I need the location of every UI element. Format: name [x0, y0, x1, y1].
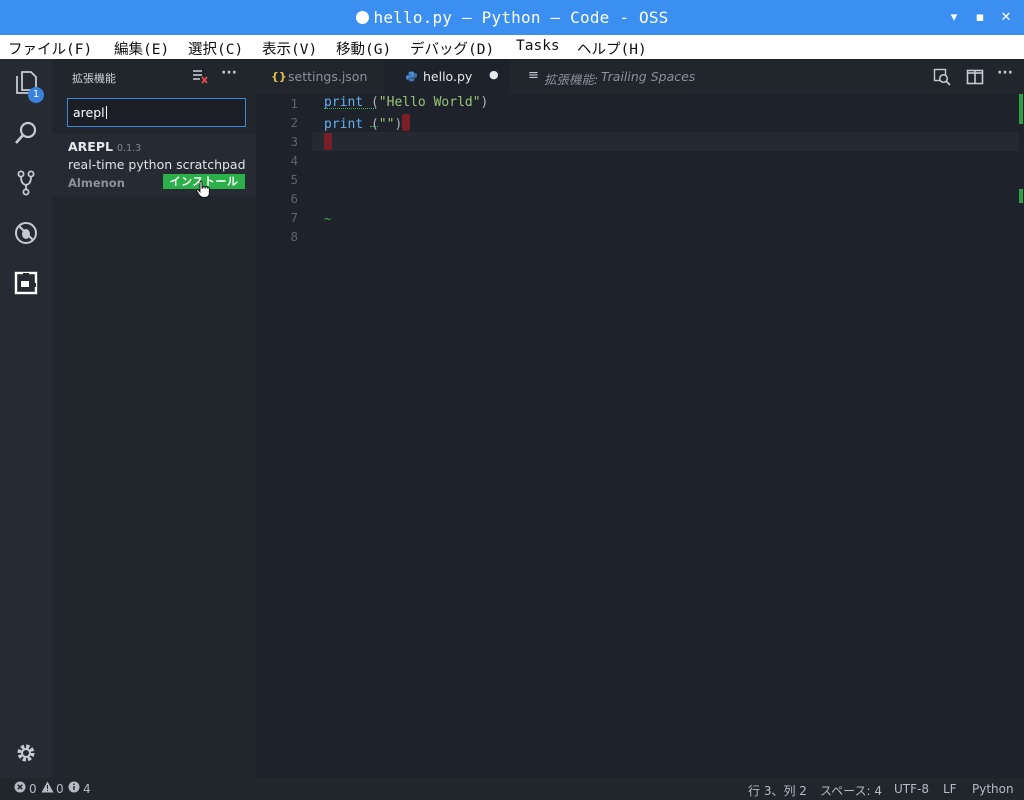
open-changes-icon[interactable]	[933, 68, 951, 86]
minimize-button[interactable]: ▾	[942, 0, 966, 35]
activity-settings[interactable]	[0, 729, 52, 779]
extension-list-item[interactable]: AREPL 0.1.3 real-time python scratchpad …	[52, 134, 256, 198]
lint-squiggle	[370, 124, 378, 127]
error-count[interactable]: 0	[29, 782, 37, 796]
current-line-highlight	[312, 132, 1024, 151]
menu-go[interactable]: 移動(G)	[336, 38, 391, 59]
extensions-sidebar: 拡張機能 ··· arepl AREPL 0.1.3 real-time pyt…	[52, 59, 256, 778]
ruler-change-mark	[1019, 189, 1023, 203]
split-editor-icon[interactable]	[966, 68, 984, 86]
ruler-change-mark	[1019, 94, 1023, 124]
menu-edit[interactable]: 編集(E)	[114, 38, 169, 59]
line-number: 5	[290, 172, 298, 187]
tab-label: settings.json	[288, 69, 368, 84]
clear-extensions-icon[interactable]	[191, 67, 209, 85]
tab-trailing-spaces[interactable]: ≡ 拡張機能: Trailing Spaces	[510, 59, 700, 94]
info-count[interactable]: 4	[83, 782, 91, 796]
activity-extensions[interactable]	[0, 259, 52, 309]
language-mode[interactable]: Python	[972, 782, 1014, 796]
unsaved-indicator-icon[interactable]: ●	[489, 68, 499, 81]
overview-ruler[interactable]	[1019, 94, 1024, 778]
code-punct: )	[394, 117, 403, 132]
editor-more-actions-icon[interactable]: ···	[997, 65, 1015, 83]
python-icon	[406, 71, 417, 82]
activity-source-control[interactable]	[0, 159, 52, 209]
line-number: 7	[290, 210, 298, 225]
code-line	[324, 133, 332, 151]
extension-version: 0.1.3	[117, 143, 142, 154]
menu-file[interactable]: ファイル(F)	[8, 38, 92, 59]
info-icon[interactable]	[68, 781, 80, 796]
activity-bar: 1	[0, 59, 52, 778]
title-bar: hello.py — Python — Code - OSS ▾ ▪ ✕	[0, 0, 1024, 35]
tab-settings-json[interactable]: {} settings.json	[256, 59, 384, 94]
extension-name: AREPL	[68, 139, 113, 154]
menu-bar: ファイル(F) 編集(E) 選択(C) 表示(V) 移動(G) デバッグ(D) …	[0, 35, 1024, 59]
line-number: 8	[290, 229, 298, 244]
search-icon	[15, 121, 37, 144]
line-number: 6	[290, 191, 298, 206]
code-string: ""	[378, 117, 395, 132]
code-keyword: print	[324, 117, 364, 132]
line-number: 4	[290, 153, 298, 168]
extension-description: real-time python scratchpad	[68, 157, 246, 172]
status-bar: 0 0 4 行 3、列 2 スペース: 4 UTF-8 LF Python	[0, 778, 1024, 800]
line-number: 1	[290, 96, 298, 111]
code-string: "Hello World"	[378, 95, 481, 110]
menu-tasks[interactable]: Tasks	[516, 38, 560, 54]
file-encoding[interactable]: UTF-8	[894, 782, 929, 796]
maximize-button[interactable]: ▪	[968, 0, 992, 35]
menu-view[interactable]: 表示(V)	[262, 38, 317, 59]
tab-hello-py[interactable]: hello.py ●	[384, 59, 510, 94]
error-icon[interactable]	[14, 781, 26, 796]
gear-icon	[17, 744, 35, 762]
tab-label-prefix: 拡張機能:	[544, 72, 599, 87]
vscode-window: hello.py — Python — Code - OSS ▾ ▪ ✕ ファイ…	[0, 0, 1024, 800]
source-control-icon	[17, 170, 35, 196]
trailing-space-marker	[324, 133, 332, 150]
more-actions-icon[interactable]: ···	[221, 65, 239, 83]
extension-search-input[interactable]: arepl	[67, 98, 246, 127]
code-editor[interactable]: 1 2 3 4 5 6 7 8 print ("Hello World") pr…	[256, 94, 1024, 778]
explorer-badge: 1	[28, 87, 44, 103]
editor-tab-bar: {} settings.json hello.py ● ≡ 拡張機能: Trai…	[256, 59, 1024, 94]
line-number: 3	[290, 134, 298, 149]
warning-count[interactable]: 0	[56, 782, 64, 796]
unsaved-dot-icon	[355, 11, 369, 24]
trailing-space-marker	[402, 114, 411, 131]
line-number: 2	[290, 115, 298, 130]
cursor-position[interactable]: 行 3、列 2	[748, 782, 807, 799]
indentation-spaces[interactable]: スペース: 4	[820, 782, 882, 799]
list-icon: ≡	[528, 68, 539, 83]
activity-explorer[interactable]: 1	[0, 59, 52, 109]
warning-icon[interactable]	[41, 781, 54, 796]
extensions-icon	[14, 271, 38, 295]
close-button[interactable]: ✕	[994, 0, 1018, 35]
tab-label: hello.py	[423, 69, 473, 84]
search-value: arepl	[73, 105, 105, 120]
debug-icon	[15, 222, 37, 244]
json-icon: {}	[271, 70, 287, 83]
code-tilde: ~	[324, 212, 332, 226]
activity-debug[interactable]	[0, 209, 52, 259]
window-title-text: hello.py — Python — Code - OSS	[373, 8, 669, 27]
sidebar-title: 拡張機能	[72, 72, 116, 85]
hand-cursor-icon	[196, 181, 210, 198]
extension-publisher: Almenon	[68, 176, 125, 190]
code-line: print ("")	[324, 114, 411, 132]
activity-search[interactable]	[0, 109, 52, 159]
text-caret	[105, 106, 107, 119]
menu-selection[interactable]: 選択(C)	[188, 38, 243, 59]
code-punct: )	[480, 95, 489, 110]
menu-debug[interactable]: デバッグ(D)	[410, 38, 494, 59]
tab-label: Trailing Spaces	[601, 69, 696, 84]
lint-squiggle	[324, 106, 376, 109]
end-of-line[interactable]: LF	[943, 782, 957, 796]
menu-help[interactable]: ヘルプ(H)	[577, 38, 647, 59]
window-title: hello.py — Python — Code - OSS	[0, 0, 1024, 35]
